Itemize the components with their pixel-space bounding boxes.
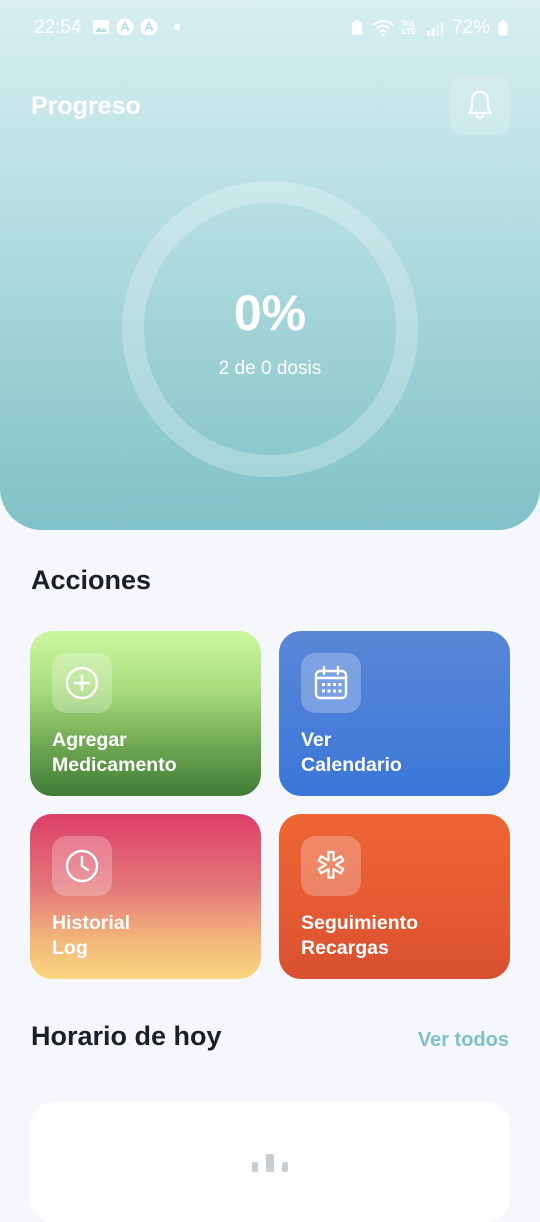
volte-label: Vo) LTE xyxy=(401,19,417,36)
bell-icon xyxy=(467,90,493,120)
actions-title: Acciones xyxy=(31,565,152,595)
gallery-icon xyxy=(93,20,109,34)
pill-icon xyxy=(252,1154,288,1172)
more-notifications-dot xyxy=(174,24,180,30)
app-a-icon-2 xyxy=(140,18,158,36)
progress-header: 22:54 Vo) LTE 72% Progreso 0% 2 de 0 dos… xyxy=(0,0,540,530)
refill-tracking-label: Seguimiento Recargas xyxy=(301,912,419,959)
refill-asterisk-icon xyxy=(301,836,361,896)
add-medication-label: Agregar Medicamento xyxy=(52,729,177,776)
wifi-icon xyxy=(372,20,394,37)
alarm-icon xyxy=(351,20,362,35)
plus-circle-icon xyxy=(52,653,112,713)
page-title: Progreso xyxy=(31,92,141,120)
doses-count: 2 de 0 dosis xyxy=(218,358,322,379)
status-bar: 22:54 Vo) LTE 72% xyxy=(0,0,540,58)
status-right: Vo) LTE 72% xyxy=(350,17,508,39)
schedule-title: Horario de hoy xyxy=(31,1021,222,1051)
schedule-empty-card xyxy=(30,1102,510,1222)
battery-percent: 72% xyxy=(451,17,490,38)
add-medication-card[interactable]: Agregar Medicamento xyxy=(30,631,261,796)
clock-icon xyxy=(52,836,112,896)
history-log-card[interactable]: Historial Log xyxy=(30,814,261,979)
calendar-icon xyxy=(301,653,361,713)
notification-icons xyxy=(92,18,180,36)
view-calendar-card[interactable]: Ver Calendario xyxy=(279,631,510,796)
signal-icon xyxy=(426,22,444,36)
refill-tracking-card[interactable]: Seguimiento Recargas xyxy=(279,814,510,979)
battery-icon xyxy=(498,20,508,36)
notifications-button[interactable] xyxy=(450,75,510,135)
progress-percent: 0% xyxy=(233,285,307,341)
history-log-label: Historial Log xyxy=(52,912,131,959)
status-time: 22:54 xyxy=(34,17,82,38)
see-all-link[interactable]: Ver todos xyxy=(418,1029,509,1052)
view-calendar-label: Ver Calendario xyxy=(301,729,402,776)
app-a-icon xyxy=(116,18,134,36)
